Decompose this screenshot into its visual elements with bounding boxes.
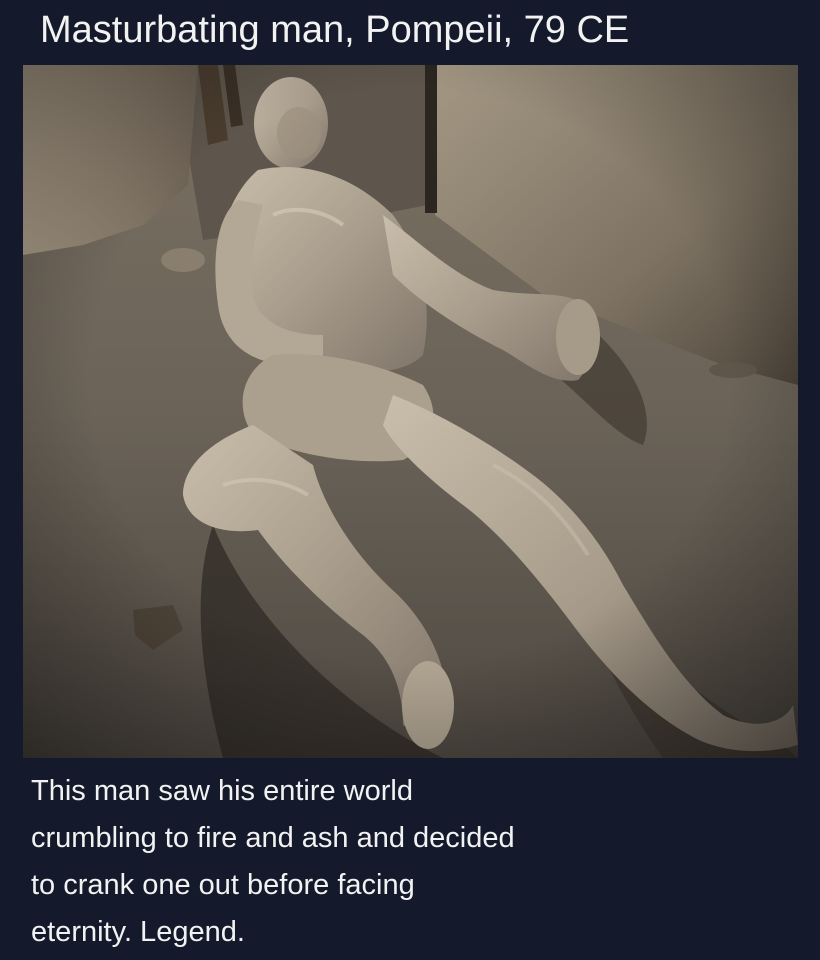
caption-line: to crank one out before facing — [31, 869, 415, 901]
meme-post: Masturbating man, Pompeii, 79 CE This ma… — [0, 0, 820, 960]
caption-line: crumbling to fire and ash and decided — [31, 822, 515, 854]
post-title: Masturbating man, Pompeii, 79 CE — [40, 9, 630, 51]
caption-line: This man saw his entire world — [31, 775, 413, 807]
caption-line: eternity. Legend. — [31, 916, 245, 948]
post-caption: This man saw his entire world crumbling … — [31, 768, 791, 956]
plaster-cast-illustration — [23, 65, 798, 758]
pompeii-cast-photo — [23, 65, 798, 758]
